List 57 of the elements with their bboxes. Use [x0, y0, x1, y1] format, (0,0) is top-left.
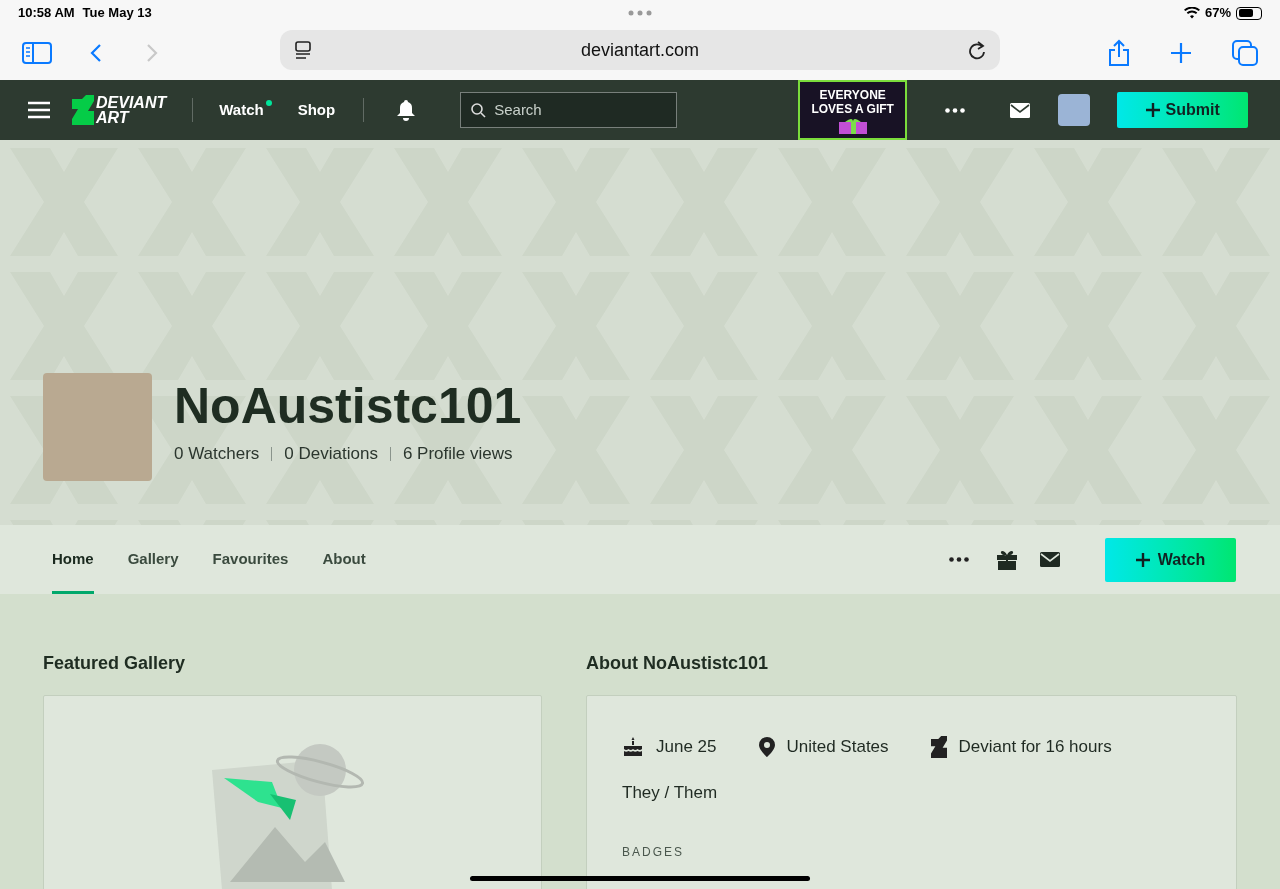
location-pin-icon [758, 736, 775, 757]
cake-icon [622, 735, 644, 758]
promo-text: LOVES A GIFT [811, 102, 894, 116]
profile-stat[interactable]: 0 Deviations [284, 441, 378, 467]
mail-icon[interactable] [1040, 552, 1060, 567]
avatar[interactable] [1058, 94, 1091, 126]
watch-button[interactable]: Watch [1105, 537, 1236, 582]
section-title: About NoAustistc101 [586, 652, 770, 675]
sidebar-icon[interactable] [22, 42, 52, 64]
status-date: Tue May 13 [82, 4, 152, 23]
more-dots-icon [628, 10, 652, 16]
logo-icon [72, 95, 94, 125]
logo-icon [930, 735, 947, 758]
search-field[interactable]: Search [460, 92, 678, 128]
tabs-icon[interactable] [1232, 40, 1258, 66]
profile-fact: Deviant for 16 hours [958, 736, 1112, 758]
promo-text: EVERYONE [819, 88, 886, 102]
submit-button[interactable]: Submit [1117, 92, 1249, 128]
more-icon[interactable] [949, 557, 969, 562]
badges-label: BADGES [622, 844, 685, 861]
nav-link[interactable]: Shop [297, 98, 336, 122]
profile-stat[interactable]: 0 Watchers [174, 441, 260, 467]
profile-tab[interactable]: Home [52, 525, 94, 594]
profile-stat[interactable]: 6 Profile views [402, 441, 513, 467]
section-title: Featured Gallery [43, 652, 187, 675]
reload-icon[interactable] [968, 40, 986, 60]
profile-fact: June 25 [656, 736, 717, 758]
plus-icon [1145, 103, 1160, 117]
profile-tab[interactable]: Gallery [127, 525, 179, 594]
url-text: deviantart.com [580, 38, 700, 62]
status-time: 10:58 AM [18, 4, 75, 23]
pronouns: They / Them [622, 781, 719, 804]
page-menu-icon[interactable] [294, 40, 312, 60]
profile-fact: United States [786, 736, 889, 758]
profile-tab[interactable]: Favourites [212, 525, 289, 594]
promo-banner[interactable]: EVERYONE LOVES A GIFT [798, 80, 908, 140]
gift-icon[interactable] [996, 548, 1018, 571]
back-icon[interactable] [90, 43, 102, 63]
bell-icon[interactable] [396, 99, 417, 121]
share-icon[interactable] [1108, 39, 1130, 67]
plus-icon [1135, 552, 1150, 567]
mail-icon[interactable] [1010, 102, 1031, 118]
address-bar[interactable]: deviantart.com [280, 30, 1000, 70]
menu-icon[interactable] [28, 101, 50, 119]
wifi-icon [1183, 7, 1200, 19]
logo[interactable]: DEVIANT ART [72, 95, 167, 125]
battery-percent: 67% [1204, 4, 1231, 23]
battery-icon [1236, 6, 1262, 20]
logo-text: DEVIANT [96, 95, 167, 110]
plus-icon[interactable] [1170, 42, 1192, 64]
search-input[interactable]: Search [494, 98, 665, 122]
username: NoAustistc101 [174, 377, 522, 436]
logo-text: ART [96, 110, 131, 125]
more-icon[interactable] [945, 107, 966, 113]
search-icon [471, 102, 487, 118]
profile-tab[interactable]: About [322, 525, 366, 594]
nav-link[interactable]: Watch [219, 98, 272, 122]
